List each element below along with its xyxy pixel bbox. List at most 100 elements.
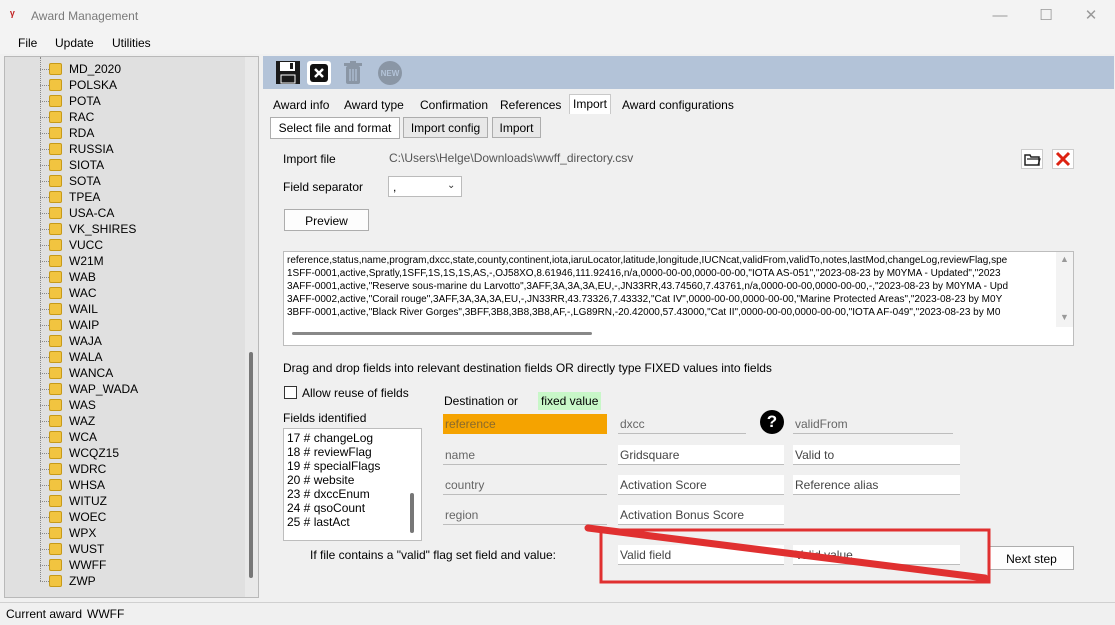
- folder-icon: [49, 303, 62, 315]
- tab-award-type[interactable]: Award type: [341, 96, 407, 114]
- subtab-import-config[interactable]: Import config: [403, 117, 488, 138]
- clear-file-icon[interactable]: [1052, 149, 1074, 169]
- tree-item[interactable]: POLSKA: [40, 77, 241, 93]
- tree-item[interactable]: USA-CA: [40, 205, 241, 221]
- tree-item[interactable]: POTA: [40, 93, 241, 109]
- menu-update[interactable]: Update: [55, 36, 94, 50]
- help-icon[interactable]: ?: [760, 410, 784, 434]
- tree-connector: [40, 133, 49, 134]
- tree-item[interactable]: WWFF: [40, 557, 241, 573]
- dest-valid-to[interactable]: Valid to: [793, 445, 960, 465]
- tree-item[interactable]: WCA: [40, 429, 241, 445]
- dest-reference-alias[interactable]: Reference alias: [793, 475, 960, 495]
- dest-dxcc[interactable]: dxcc: [618, 414, 746, 434]
- tree-item[interactable]: MD_2020: [40, 61, 241, 77]
- list-item[interactable]: 18 # reviewFlag: [287, 445, 372, 459]
- field-list-scroll-thumb[interactable]: [410, 493, 414, 533]
- subtab-import[interactable]: Import: [492, 117, 541, 138]
- dest-name[interactable]: name: [443, 445, 607, 465]
- csv-preview[interactable]: reference,status,name,program,dxcc,state…: [283, 251, 1074, 346]
- minimize-button[interactable]: —: [990, 6, 1010, 26]
- list-item[interactable]: 19 # specialFlags: [287, 459, 380, 473]
- tree-item[interactable]: WAS: [40, 397, 241, 413]
- dest-gridsquare[interactable]: Gridsquare: [618, 445, 784, 465]
- tree-item[interactable]: WITUZ: [40, 493, 241, 509]
- new-icon[interactable]: NEW: [375, 59, 405, 86]
- tab-confirmation[interactable]: Confirmation: [417, 96, 491, 114]
- allow-reuse-checkbox[interactable]: [284, 386, 297, 399]
- toolbar: NEW: [263, 56, 1114, 89]
- tree-item[interactable]: WAP_WADA: [40, 381, 241, 397]
- tree-item[interactable]: RAC: [40, 109, 241, 125]
- list-item[interactable]: 23 # dxccEnum: [287, 487, 370, 501]
- tree-item[interactable]: W21M: [40, 253, 241, 269]
- tree-item[interactable]: WOEC: [40, 509, 241, 525]
- tab-award-configurations[interactable]: Award configurations: [619, 96, 737, 114]
- tree-item[interactable]: WAIP: [40, 317, 241, 333]
- tree-item[interactable]: WHSA: [40, 477, 241, 493]
- tree-item[interactable]: ZWP: [40, 573, 241, 589]
- tree-item[interactable]: WPX: [40, 525, 241, 541]
- tree-item[interactable]: WUST: [40, 541, 241, 557]
- award-tree[interactable]: MD_2020 POLSKA POTA RAC RDA RUSSIA SIOTA SOTA TP…: [4, 56, 259, 598]
- tree-item[interactable]: WANCA: [40, 365, 241, 381]
- tree-item[interactable]: VUCC: [40, 237, 241, 253]
- tree-item[interactable]: RDA: [40, 125, 241, 141]
- subtab-select-file[interactable]: Select file and format: [270, 117, 400, 139]
- tree-item[interactable]: TPEA: [40, 189, 241, 205]
- dest-activation-score[interactable]: Activation Score: [618, 475, 784, 495]
- tree-item[interactable]: SIOTA: [40, 157, 241, 173]
- tree-item[interactable]: WAZ: [40, 413, 241, 429]
- tab-references[interactable]: References: [497, 96, 564, 114]
- tree-item[interactable]: WCQZ15: [40, 445, 241, 461]
- tree-item[interactable]: WAC: [40, 285, 241, 301]
- dest-validfrom[interactable]: validFrom: [793, 414, 953, 434]
- preview-button[interactable]: Preview: [284, 209, 369, 231]
- tree-item[interactable]: WAIL: [40, 301, 241, 317]
- tree-item[interactable]: RUSSIA: [40, 141, 241, 157]
- tree-connector: [40, 197, 49, 198]
- menu-file[interactable]: File: [18, 36, 37, 50]
- csv-horizontal-scroll-thumb[interactable]: [292, 332, 592, 335]
- list-item[interactable]: 17 # changeLog: [287, 431, 373, 445]
- csv-vertical-scrollbar[interactable]: ▲ ▼: [1056, 252, 1073, 327]
- close-icon[interactable]: [306, 59, 332, 86]
- tree-item-label: WHSA: [69, 478, 105, 492]
- trash-icon[interactable]: [340, 59, 366, 86]
- close-window-button[interactable]: ✕: [1081, 6, 1101, 26]
- save-icon[interactable]: [275, 59, 301, 86]
- tree-item[interactable]: WAB: [40, 269, 241, 285]
- tab-import[interactable]: Import: [569, 94, 612, 114]
- csv-line: 3AFF-0002,active,"Corail rouge",3AFF,3A,…: [287, 294, 1003, 305]
- list-item[interactable]: 20 # website: [287, 473, 354, 487]
- open-folder-icon[interactable]: [1021, 149, 1043, 169]
- list-item[interactable]: 25 # lastAct: [287, 515, 350, 529]
- import-file-path[interactable]: C:\Users\Helge\Downloads\wwff_directory.…: [387, 148, 1015, 168]
- folder-icon: [49, 351, 62, 363]
- folder-icon: [49, 479, 62, 491]
- menu-utilities[interactable]: Utilities: [112, 36, 151, 50]
- tree-item[interactable]: WAJA: [40, 333, 241, 349]
- dest-reference[interactable]: reference: [443, 414, 607, 434]
- tree-item[interactable]: WDRC: [40, 461, 241, 477]
- field-separator-select[interactable]: , ⌄: [388, 176, 462, 197]
- list-item[interactable]: 24 # qsoCount: [287, 501, 365, 515]
- fields-identified-list[interactable]: 17 # changeLog 18 # reviewFlag 19 # spec…: [283, 428, 422, 541]
- folder-icon: [49, 527, 62, 539]
- tree-item-label: POTA: [69, 94, 101, 108]
- tree-item[interactable]: SOTA: [40, 173, 241, 189]
- tree-item[interactable]: WALA: [40, 349, 241, 365]
- tree-scroll-thumb[interactable]: [249, 352, 253, 578]
- title-bar: ᵞ Award Management — ☐ ✕: [0, 0, 1115, 32]
- folder-icon: [49, 463, 62, 475]
- menu-bar: File Update Utilities: [0, 32, 1115, 54]
- tree-item[interactable]: VK_SHIRES: [40, 221, 241, 237]
- tab-award-info[interactable]: Award info: [270, 96, 332, 114]
- separator-value: ,: [393, 180, 397, 194]
- scroll-down-icon[interactable]: ▼: [1060, 312, 1069, 322]
- next-step-button[interactable]: Next step: [989, 546, 1074, 570]
- maximize-button[interactable]: ☐: [1036, 6, 1056, 26]
- tree-item-label: WAB: [69, 270, 96, 284]
- scroll-up-icon[interactable]: ▲: [1060, 254, 1069, 264]
- dest-country[interactable]: country: [443, 475, 607, 495]
